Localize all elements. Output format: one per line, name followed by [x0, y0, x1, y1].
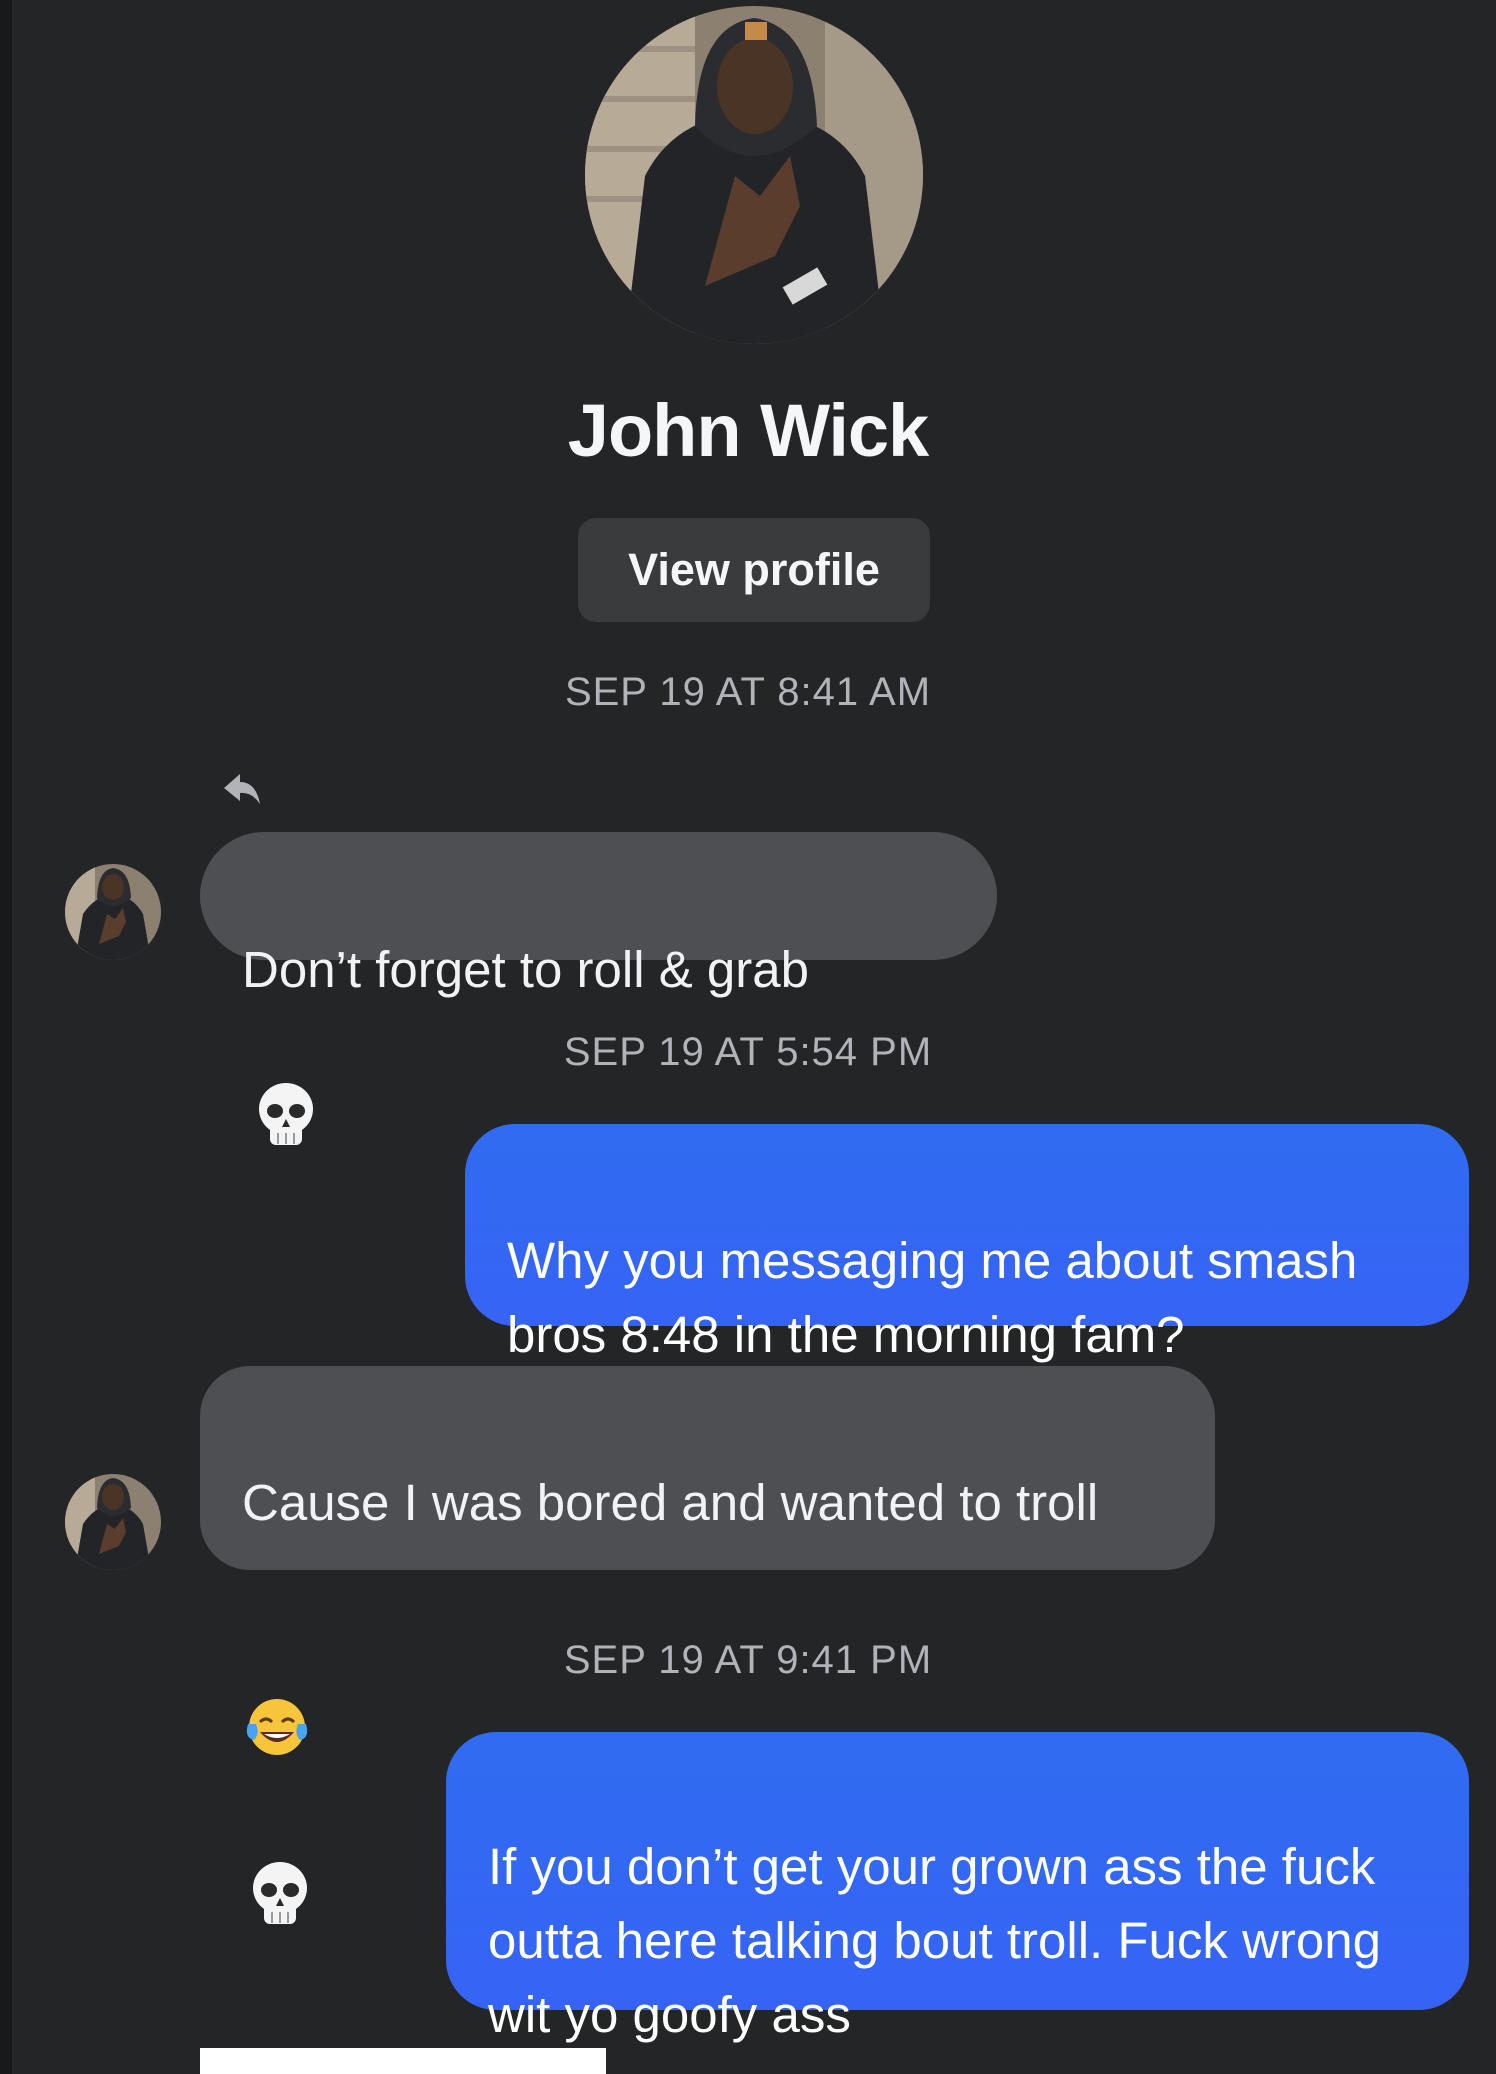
- message-text: Why you messaging me about smash bros 8:…: [507, 1232, 1358, 1363]
- profile-photo-icon: [65, 864, 161, 960]
- message-text: If you don’t get your grown ass the fuck…: [488, 1838, 1381, 2043]
- timestamp: SEP 19 AT 5:54 PM: [563, 1030, 933, 1074]
- sender-avatar[interactable]: [65, 1474, 161, 1570]
- message-text: Cause I was bored and wanted to troll: [242, 1474, 1099, 1531]
- outgoing-message[interactable]: If you don’t get your grown ass the fuck…: [446, 1732, 1469, 2043]
- timestamp: SEP 19 AT 9:41 PM: [563, 1638, 933, 1682]
- outgoing-message[interactable]: Why you messaging me about smash bros 8:…: [465, 1124, 1469, 1363]
- composer-preview-bar: [200, 2048, 606, 2074]
- sender-avatar[interactable]: [65, 864, 161, 960]
- skull-emoji-icon: [250, 1786, 310, 1948]
- profile-avatar[interactable]: [585, 6, 923, 344]
- incoming-message[interactable]: Don’t forget to roll & grab: [200, 832, 997, 1145]
- timestamp: SEP 19 AT 8:41 AM: [564, 670, 932, 714]
- view-profile-button[interactable]: View profile: [578, 518, 930, 622]
- profile-photo-icon: [585, 6, 923, 344]
- incoming-message[interactable]: Cause I was bored and wanted to troll: [200, 1366, 1215, 1924]
- contact-name: John Wick: [567, 389, 929, 472]
- profile-photo-icon: [65, 1474, 161, 1570]
- message-text: Don’t forget to roll & grab: [242, 941, 809, 998]
- reply-icon: [224, 774, 260, 804]
